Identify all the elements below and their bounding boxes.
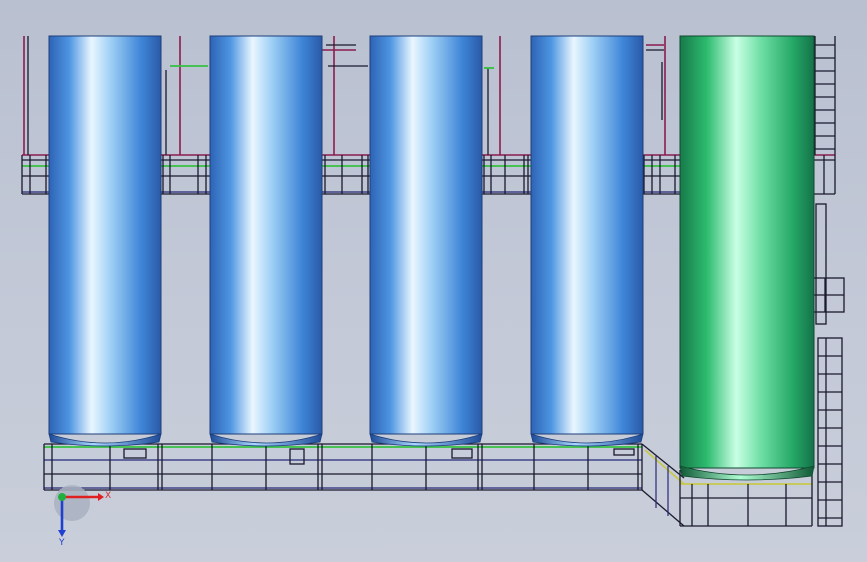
tank-3[interactable] (369, 35, 483, 447)
tank-4[interactable] (530, 35, 644, 447)
triad-hub-shadow (54, 485, 90, 521)
ladder-top-right (814, 36, 836, 155)
silo-assembly-scene: X Y (21, 35, 845, 548)
tank-1[interactable] (48, 35, 162, 447)
tank-2[interactable] (209, 35, 323, 447)
coordinate-triad: X Y (54, 485, 111, 548)
y-axis-label: Y (58, 538, 65, 548)
tank-5[interactable] (679, 35, 815, 481)
x-axis-label: X (105, 491, 111, 501)
cad-viewport[interactable]: X Y (0, 0, 867, 562)
z-axis-dot (58, 493, 66, 501)
